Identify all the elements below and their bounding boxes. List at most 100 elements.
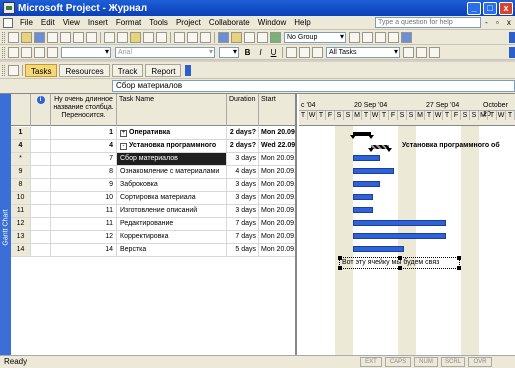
- doc-minimize-icon[interactable]: -: [485, 18, 488, 27]
- toolbar-grip[interactable]: [2, 46, 5, 58]
- resize-handle[interactable]: [457, 256, 461, 260]
- task-row[interactable]: 14 14 Верстка 5 days Mon 20.09.: [11, 244, 295, 257]
- help-icon[interactable]: [401, 31, 412, 43]
- header-start[interactable]: Start: [259, 94, 295, 126]
- row-id[interactable]: 4: [11, 140, 31, 152]
- row-id[interactable]: 14: [11, 244, 31, 256]
- duration-cell[interactable]: 7 days: [227, 218, 259, 230]
- start-cell[interactable]: Mon 20.09.: [259, 192, 295, 204]
- duration-cell[interactable]: 4 days: [227, 166, 259, 178]
- duration-cell[interactable]: 3 days: [227, 153, 259, 165]
- report-guide-button[interactable]: Report: [145, 63, 182, 77]
- resize-handle[interactable]: [398, 256, 402, 260]
- task-row[interactable]: 8 9 Заброковка 3 days Mon 20.09.: [11, 179, 295, 192]
- start-cell[interactable]: Mon 20.09.: [259, 231, 295, 243]
- menu-collaborate[interactable]: Collaborate: [205, 18, 254, 27]
- custom-cell[interactable]: 7: [51, 153, 117, 165]
- duration-cell[interactable]: 5 days: [227, 244, 259, 256]
- custom-cell[interactable]: 11: [51, 218, 117, 230]
- start-cell[interactable]: Wed 22.09.: [259, 140, 295, 152]
- duration-cell[interactable]: 2 days?: [227, 127, 259, 139]
- duration-cell[interactable]: 3 days: [227, 205, 259, 217]
- task-name-cell[interactable]: Сбор материалов: [117, 153, 227, 165]
- task-name-cell[interactable]: + Оперативка: [117, 127, 227, 139]
- custom-cell[interactable]: 8: [51, 166, 117, 178]
- task-row[interactable]: 11 11 Изготовление описаний 3 days Mon 20.09…: [11, 205, 295, 218]
- zoom-out-icon[interactable]: [362, 31, 373, 43]
- row-id[interactable]: 13: [11, 231, 31, 243]
- print-preview-icon[interactable]: [73, 31, 84, 43]
- unlink-tasks-icon[interactable]: [187, 31, 198, 43]
- row-id[interactable]: 10: [11, 192, 31, 204]
- undo-icon[interactable]: [156, 31, 167, 43]
- task-row[interactable]: 12 11 Редактирование 7 days Mon 20.09.: [11, 218, 295, 231]
- toolbar-grip[interactable]: [2, 64, 5, 76]
- summary-bar[interactable]: [350, 132, 374, 139]
- row-id[interactable]: 1: [11, 127, 31, 139]
- custom-cell[interactable]: 4: [51, 140, 117, 152]
- resize-handle[interactable]: [398, 266, 402, 270]
- resources-guide-button[interactable]: Resources: [59, 63, 110, 77]
- task-bar[interactable]: [353, 207, 373, 213]
- align-center-icon[interactable]: [299, 46, 310, 58]
- doc-restore-icon[interactable]: ▫: [496, 18, 499, 27]
- search-icon[interactable]: [47, 31, 58, 43]
- open-icon[interactable]: [21, 31, 32, 43]
- task-name-cell[interactable]: Верстка: [117, 244, 227, 256]
- custom-cell[interactable]: 12: [51, 231, 117, 243]
- header-duration[interactable]: Duration: [227, 94, 259, 126]
- task-name-cell[interactable]: - Установка программного: [117, 140, 227, 152]
- custom-cell[interactable]: 1: [51, 127, 117, 139]
- task-notes-icon[interactable]: [231, 31, 242, 43]
- start-cell[interactable]: Mon 20.09.: [259, 205, 295, 217]
- copy-picture-icon[interactable]: [270, 31, 281, 43]
- task-bar[interactable]: [353, 220, 446, 226]
- menu-edit[interactable]: Edit: [37, 18, 59, 27]
- task-name-cell[interactable]: Ознакомление с материалами: [117, 166, 227, 178]
- start-cell[interactable]: Mon 20.09.: [259, 218, 295, 230]
- font-size-combo[interactable]: [219, 46, 239, 58]
- font-combo[interactable]: Arial: [115, 46, 215, 58]
- new-icon[interactable]: [8, 31, 19, 43]
- print-icon[interactable]: [60, 31, 71, 43]
- start-cell[interactable]: Mon 20.09.: [259, 127, 295, 139]
- align-left-icon[interactable]: [286, 46, 297, 58]
- duration-cell[interactable]: 2 days?: [227, 140, 259, 152]
- tasks-guide-button[interactable]: Tasks: [25, 63, 58, 77]
- toolbar-options-icon[interactable]: [185, 64, 192, 76]
- header-task-name[interactable]: Task Name: [117, 94, 227, 126]
- show-level-combo[interactable]: [61, 46, 111, 58]
- resize-handle[interactable]: [338, 266, 342, 270]
- paste-icon[interactable]: [130, 31, 141, 43]
- italic-icon[interactable]: I: [255, 47, 266, 58]
- maximize-button[interactable]: □: [483, 1, 497, 15]
- help-search-input[interactable]: Type a question for help: [375, 17, 481, 28]
- outdent-icon[interactable]: [8, 46, 19, 58]
- resize-handle[interactable]: [457, 266, 461, 270]
- row-id[interactable]: 8: [11, 179, 31, 191]
- task-row[interactable]: 1 1 + Оперативка 2 days? Mon 20.09.: [11, 127, 295, 140]
- duration-cell[interactable]: 3 days: [227, 179, 259, 191]
- save-icon[interactable]: [34, 31, 45, 43]
- task-row[interactable]: 10 10 Сортировка материала 3 days Mon 20.09.: [11, 192, 295, 205]
- track-guide-button[interactable]: Track: [111, 63, 144, 77]
- toolbar-options-icon[interactable]: [509, 46, 515, 58]
- header-select-all[interactable]: [11, 94, 31, 126]
- row-id[interactable]: 12: [11, 218, 31, 230]
- doc-close-icon[interactable]: x: [507, 18, 511, 27]
- start-cell[interactable]: Mon 20.09.: [259, 166, 295, 178]
- project-app-icon[interactable]: [3, 2, 15, 14]
- outline-toggle-icon[interactable]: -: [120, 143, 127, 150]
- resize-handle[interactable]: [338, 256, 342, 260]
- underline-icon[interactable]: U: [268, 47, 279, 58]
- format-painter-icon[interactable]: [143, 31, 154, 43]
- project-statistics-icon[interactable]: [429, 46, 440, 58]
- menu-project[interactable]: Project: [172, 18, 205, 27]
- task-bar[interactable]: [353, 233, 446, 239]
- menu-tools[interactable]: Tools: [145, 18, 172, 27]
- task-row[interactable]: 13 12 Корректировка 7 days Mon 20.09.: [11, 231, 295, 244]
- custom-cell[interactable]: 10: [51, 192, 117, 204]
- start-cell[interactable]: Mon 20.09.: [259, 244, 295, 256]
- entry-field[interactable]: Сбор материалов: [112, 80, 515, 92]
- custom-cell[interactable]: 11: [51, 205, 117, 217]
